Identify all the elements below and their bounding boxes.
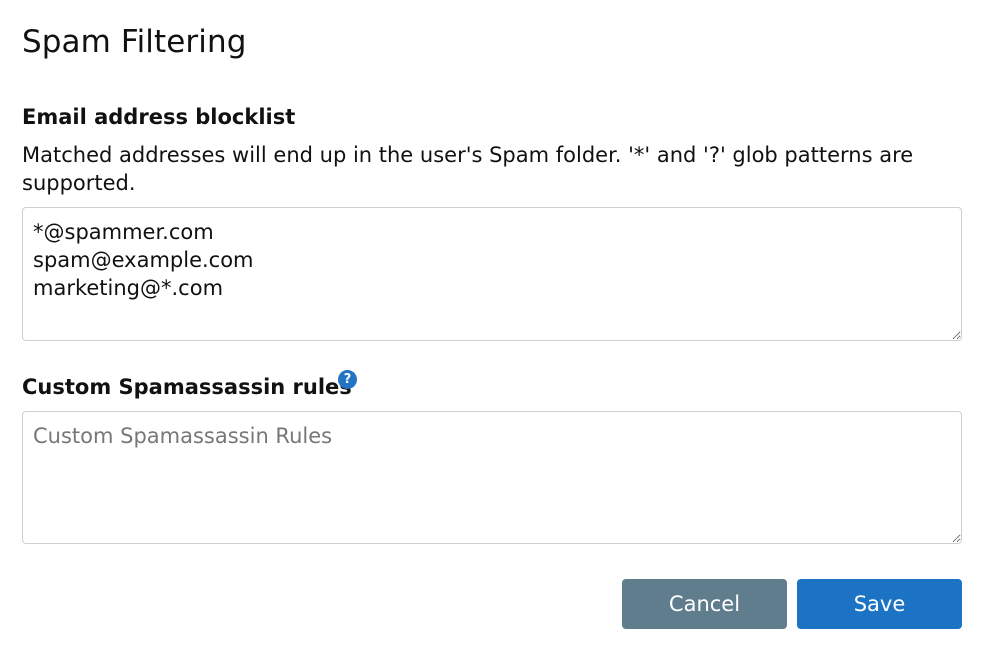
page-title: Spam Filtering (22, 24, 247, 60)
spam-filtering-dialog: Spam Filtering Email address blocklist M… (0, 0, 984, 653)
help-icon[interactable]: ? (338, 370, 357, 389)
spamassassin-rules-label: Custom Spamassassin rules (22, 375, 352, 399)
blocklist-textarea[interactable] (22, 207, 962, 341)
spamassassin-rules-textarea[interactable] (22, 411, 962, 544)
cancel-button[interactable]: Cancel (622, 579, 787, 629)
blocklist-description: Matched addresses will end up in the use… (22, 143, 914, 195)
blocklist-label: Email address blocklist (22, 105, 296, 129)
save-button[interactable]: Save (797, 579, 962, 629)
